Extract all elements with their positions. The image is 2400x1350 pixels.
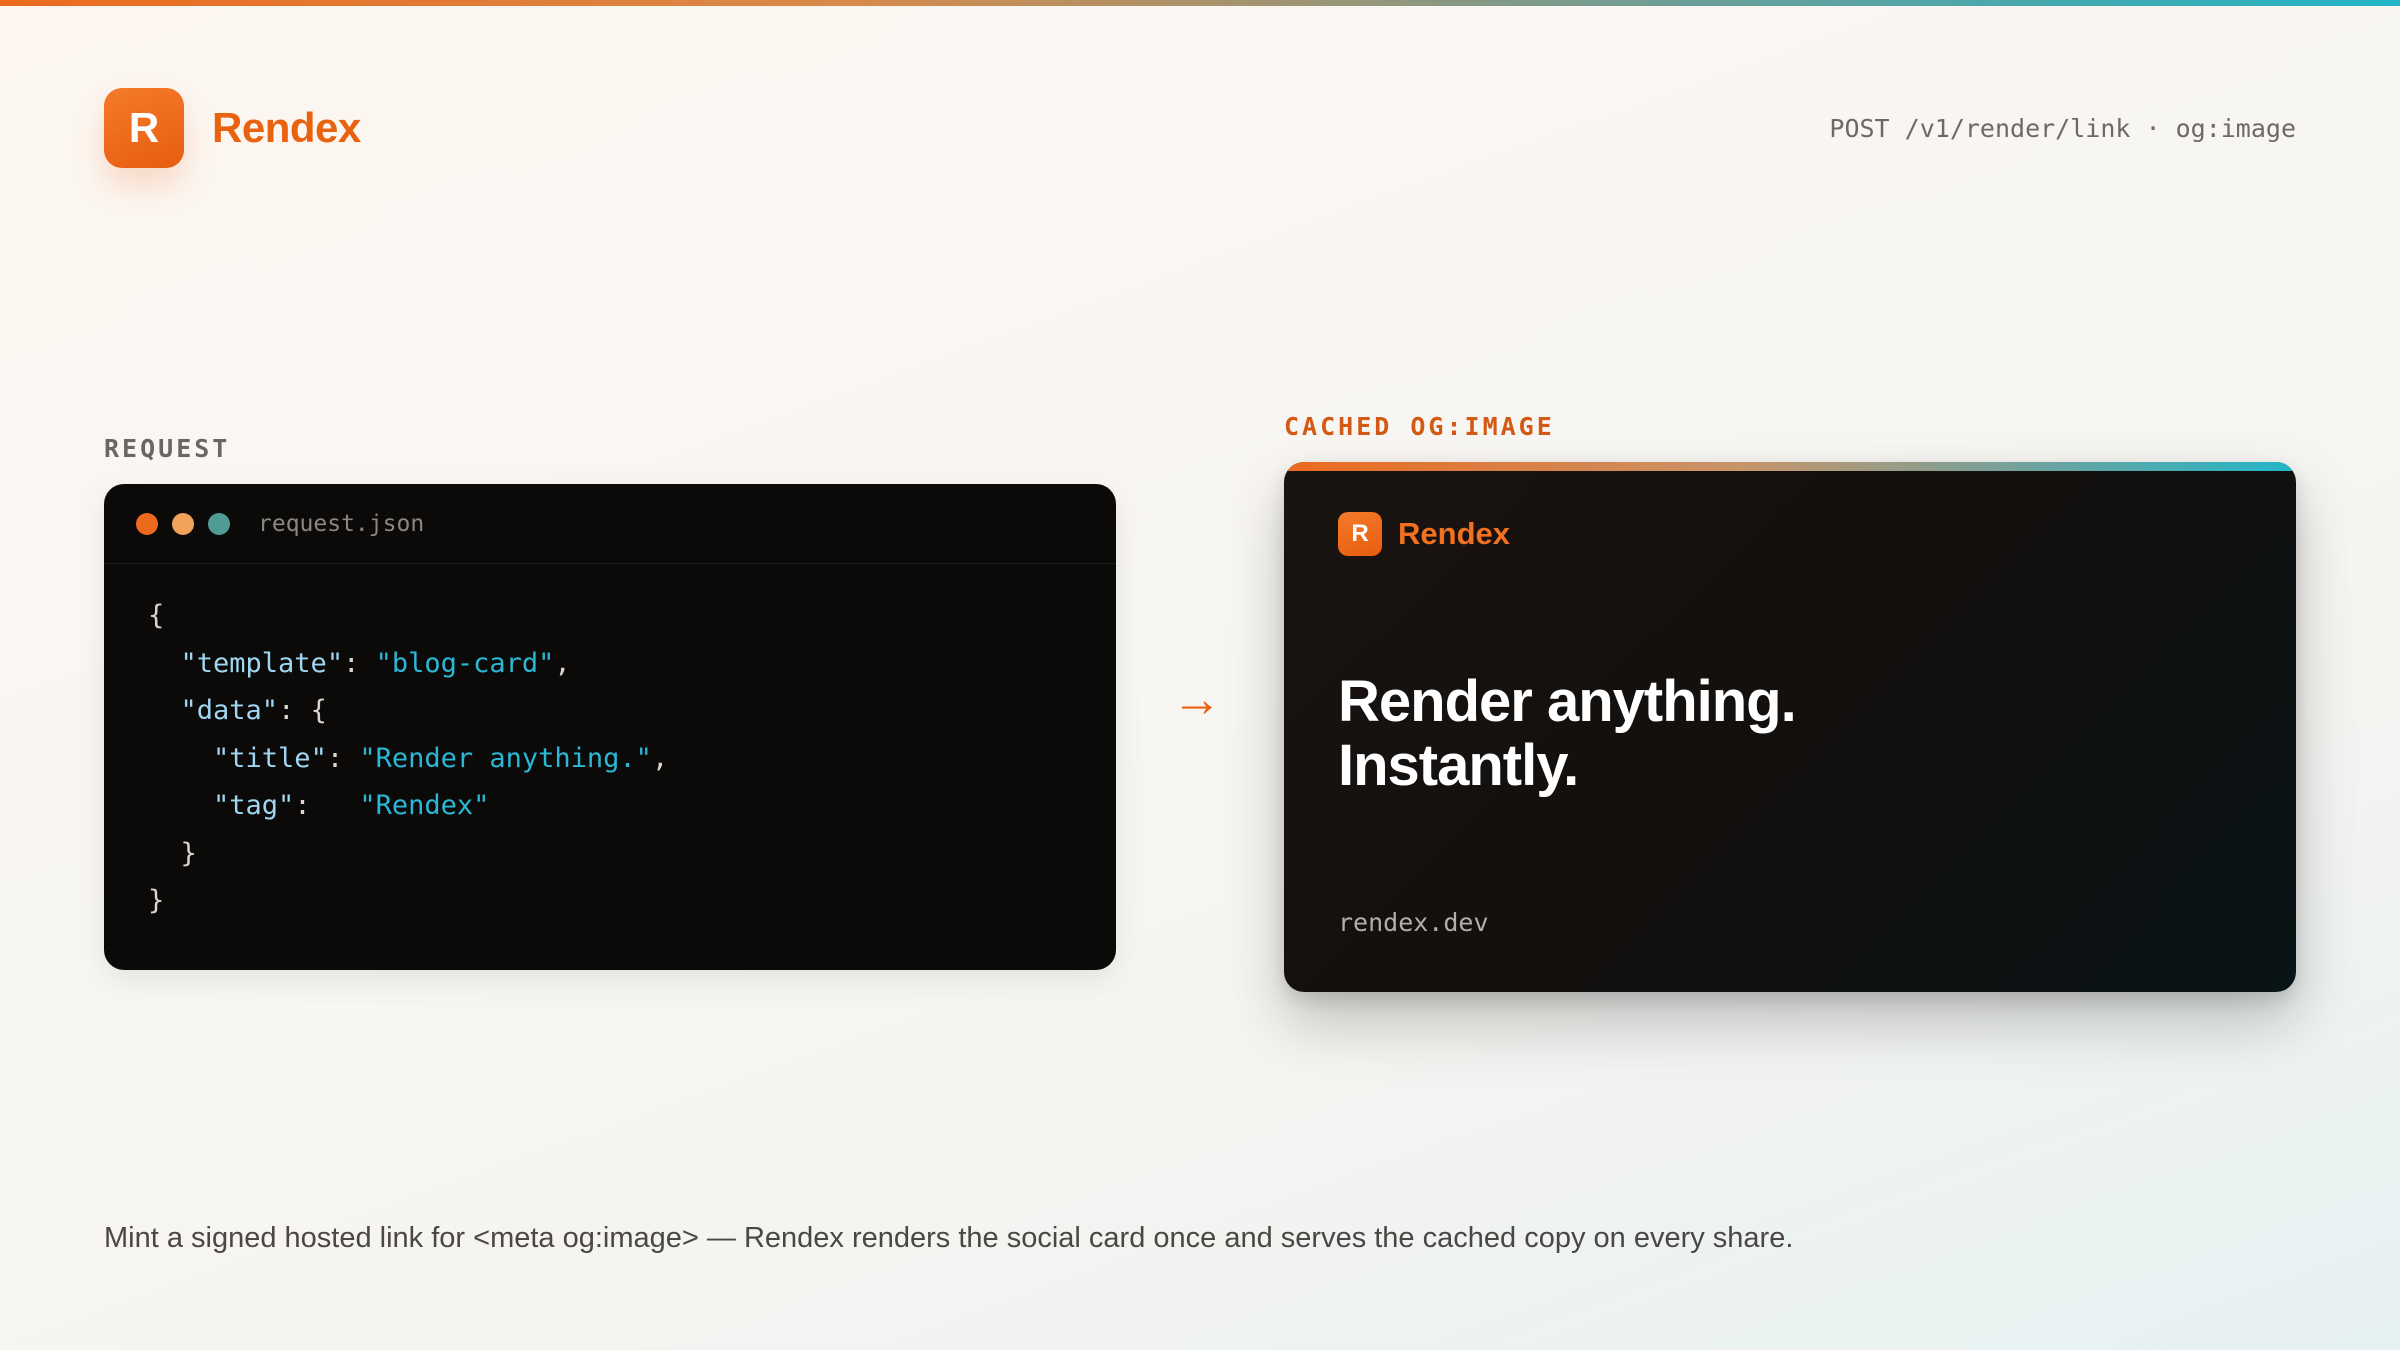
- json-tag-value: "Rendex": [359, 790, 490, 821]
- brand-logo-icon: R: [104, 88, 184, 168]
- window-dot-teal-icon: [208, 512, 230, 535]
- og-card-title: Render anything. Instantly.: [1338, 669, 1797, 798]
- og-card-brand: R Rendex: [1338, 512, 1510, 556]
- code-body: { "template": "blog-card", "data": { "ti…: [148, 600, 669, 916]
- cached-og-image-label: CACHED OG:IMAGE: [1284, 412, 1555, 441]
- code-titlebar: request.json: [104, 484, 1116, 564]
- og-card-domain: rendex.dev: [1338, 908, 1489, 937]
- og-card-logo-icon: R: [1338, 512, 1382, 556]
- og-card-title-line-1: Render anything.: [1338, 669, 1797, 734]
- brand-name: Rendex: [212, 104, 361, 151]
- brand[interactable]: R Rendex: [104, 88, 361, 168]
- arrow-right-icon: →: [1172, 671, 1222, 727]
- code-filename: request.json: [258, 510, 425, 537]
- json-tag-key: "tag": [213, 790, 295, 821]
- json-template-key: "template": [180, 647, 344, 679]
- caption-text: Mint a signed hosted link for <meta og:i…: [104, 1222, 1794, 1254]
- json-title-value: "Render anything.": [359, 742, 652, 774]
- window-dot-orange-icon: [136, 512, 158, 535]
- og-image-preview-card: R Rendex Render anything. Instantly. ren…: [1284, 462, 2296, 992]
- json-inner-close: }: [180, 837, 197, 869]
- window-dot-amber-icon: [172, 512, 194, 535]
- json-close-brace: }: [148, 885, 165, 916]
- json-data-key: "data": [180, 695, 279, 726]
- json-title-key: "title": [213, 742, 327, 774]
- request-code-window: request.json { "template": "blog-card", …: [104, 484, 1116, 970]
- og-card-brand-name: Rendex: [1398, 516, 1510, 551]
- json-template-value: "blog-card": [375, 647, 555, 679]
- json-open-brace: {: [148, 600, 165, 631]
- request-label: REQUEST: [104, 434, 231, 463]
- top-gradient-bar: [0, 0, 2400, 6]
- endpoint-label: POST /v1/render/link · og:image: [1829, 114, 2296, 143]
- og-card-title-line-2: Instantly.: [1338, 733, 1579, 798]
- card-gradient-bar: [1284, 462, 2296, 471]
